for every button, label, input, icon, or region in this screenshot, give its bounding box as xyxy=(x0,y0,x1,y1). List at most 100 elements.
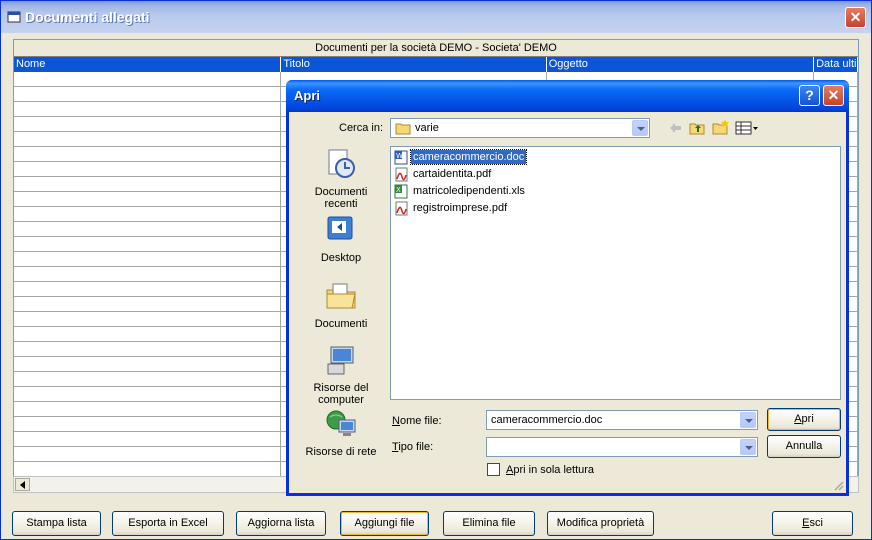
table-cell xyxy=(14,162,282,176)
table-cell xyxy=(14,297,282,311)
back-arrow-icon[interactable] xyxy=(667,120,683,136)
window-titlebar[interactable]: Documenti allegati ✕ xyxy=(1,1,871,33)
elimina-file-button[interactable]: Elimina file xyxy=(443,511,535,536)
filename-combo[interactable]: cameracommercio.doc xyxy=(486,410,758,430)
table-cell xyxy=(14,432,282,446)
dialog-close-button[interactable]: ✕ xyxy=(823,85,844,106)
table-cell xyxy=(14,222,282,236)
esci-button[interactable]: Esci xyxy=(772,511,853,536)
help-button[interactable]: ? xyxy=(799,85,820,106)
window-close-button[interactable]: ✕ xyxy=(845,7,866,28)
recent-documents-icon xyxy=(328,149,355,178)
file-list[interactable]: W cameracommercio.doc cartaidentita.pdf … xyxy=(390,146,841,400)
table-cell xyxy=(14,417,282,431)
file-item-cartaidentita[interactable]: cartaidentita.pdf xyxy=(394,166,493,182)
table-cell xyxy=(14,102,282,116)
table-cell xyxy=(14,402,282,416)
place-label: Documenti recenti xyxy=(314,186,368,210)
table-cell xyxy=(14,192,282,206)
look-in-dropdown-icon[interactable] xyxy=(632,120,648,136)
svg-text:X: X xyxy=(396,186,401,194)
table-cell xyxy=(14,327,282,341)
place-risorse-rete[interactable]: Risorse di rete xyxy=(301,408,381,458)
window-title: Documenti allegati xyxy=(25,9,150,25)
look-in-combo[interactable]: varie xyxy=(390,118,650,138)
file-name: cartaidentita.pdf xyxy=(413,168,492,180)
network-places-icon xyxy=(326,410,356,436)
filetype-label: Tipo file: xyxy=(392,441,434,453)
table-cell xyxy=(14,387,282,401)
readonly-checkbox[interactable] xyxy=(487,463,500,476)
pdf-document-icon xyxy=(395,167,408,181)
table-cell xyxy=(14,132,282,146)
table-cell xyxy=(14,282,282,296)
esporta-excel-button[interactable]: Esporta in Excel xyxy=(112,511,224,536)
filename-dropdown-icon[interactable] xyxy=(740,412,756,428)
desktop-icon xyxy=(327,216,353,240)
excel-document-icon: X xyxy=(394,184,408,198)
look-in-value: varie xyxy=(415,122,439,134)
table-cell xyxy=(14,372,282,386)
table-cell xyxy=(14,117,282,131)
up-folder-icon[interactable] xyxy=(689,120,706,136)
open-file-dialog: Apri ? ✕ Cerca in: varie Documenti recen… xyxy=(286,80,849,496)
column-header-data[interactable]: Data ultim xyxy=(814,57,858,72)
place-label: Desktop xyxy=(320,252,362,264)
file-item-matricoledipendenti[interactable]: X matricoledipendenti.xls xyxy=(394,183,527,199)
place-documenti-recenti[interactable]: Documenti recenti xyxy=(301,148,381,210)
table-cell xyxy=(14,207,282,221)
table-cell xyxy=(14,177,282,191)
column-header-oggetto[interactable]: Oggetto xyxy=(547,57,815,72)
table-cell xyxy=(14,72,282,86)
place-label: Risorse del computer xyxy=(313,382,369,406)
table-cell xyxy=(14,462,282,476)
modifica-proprieta-button[interactable]: Modifica proprietà xyxy=(547,511,654,536)
resize-grip-icon[interactable] xyxy=(832,479,844,491)
table-cell xyxy=(14,252,282,266)
place-label: Risorse di rete xyxy=(305,446,377,458)
filename-label: Nome file: xyxy=(392,415,442,427)
scroll-left-arrow-icon[interactable] xyxy=(15,478,30,491)
table-cell xyxy=(14,312,282,326)
folder-icon xyxy=(395,123,411,135)
place-risorse-computer[interactable]: Risorse del computer xyxy=(301,344,381,406)
pdf-document-icon xyxy=(395,201,408,215)
filename-value: cameracommercio.doc xyxy=(491,414,603,426)
window-icon xyxy=(7,11,21,23)
table-cell xyxy=(14,237,282,251)
table-cell xyxy=(14,147,282,161)
stampa-lista-button[interactable]: Stampa lista xyxy=(12,511,101,536)
table-cell xyxy=(14,267,282,281)
filetype-combo[interactable] xyxy=(486,437,758,457)
column-header-titolo[interactable]: Titolo xyxy=(281,57,547,72)
file-name: matricoledipendenti.xls xyxy=(413,185,525,197)
dialog-titlebar[interactable]: Apri ? ✕ xyxy=(286,80,849,112)
file-item-cameracommercio[interactable]: W cameracommercio.doc xyxy=(394,149,528,165)
grid-caption: Documenti per la società DEMO - Societa'… xyxy=(14,40,858,57)
table-cell xyxy=(14,342,282,356)
aggiorna-lista-button[interactable]: Aggiorna lista xyxy=(236,511,326,536)
column-header-nome[interactable]: Nome xyxy=(14,57,282,72)
aggiungi-file-button[interactable]: Aggiungi file xyxy=(340,511,429,536)
place-label: Documenti xyxy=(314,318,368,330)
open-button[interactable]: Apri xyxy=(767,408,841,431)
my-computer-icon xyxy=(327,346,354,375)
file-item-registroimprese[interactable]: registroimprese.pdf xyxy=(394,200,509,216)
table-cell xyxy=(14,357,282,371)
file-name: registroimprese.pdf xyxy=(413,202,508,214)
grid-header: Nome Titolo Oggetto Data ultim xyxy=(14,57,858,72)
look-in-label: Cerca in: xyxy=(339,122,384,134)
view-menu-icon[interactable] xyxy=(735,120,759,136)
place-documenti[interactable]: Documenti xyxy=(301,280,381,330)
readonly-label: Apri in sola lettura xyxy=(506,464,595,476)
table-cell xyxy=(14,447,282,461)
table-cell xyxy=(14,87,282,101)
word-document-icon: W xyxy=(394,150,408,164)
dialog-title: Apri xyxy=(294,88,320,103)
cancel-button[interactable]: Annulla xyxy=(767,435,841,458)
file-name: cameracommercio.doc xyxy=(409,149,528,165)
svg-text:W: W xyxy=(396,152,403,160)
filetype-dropdown-icon[interactable] xyxy=(740,439,756,455)
place-desktop[interactable]: Desktop xyxy=(301,214,381,264)
new-folder-icon[interactable] xyxy=(712,118,730,136)
